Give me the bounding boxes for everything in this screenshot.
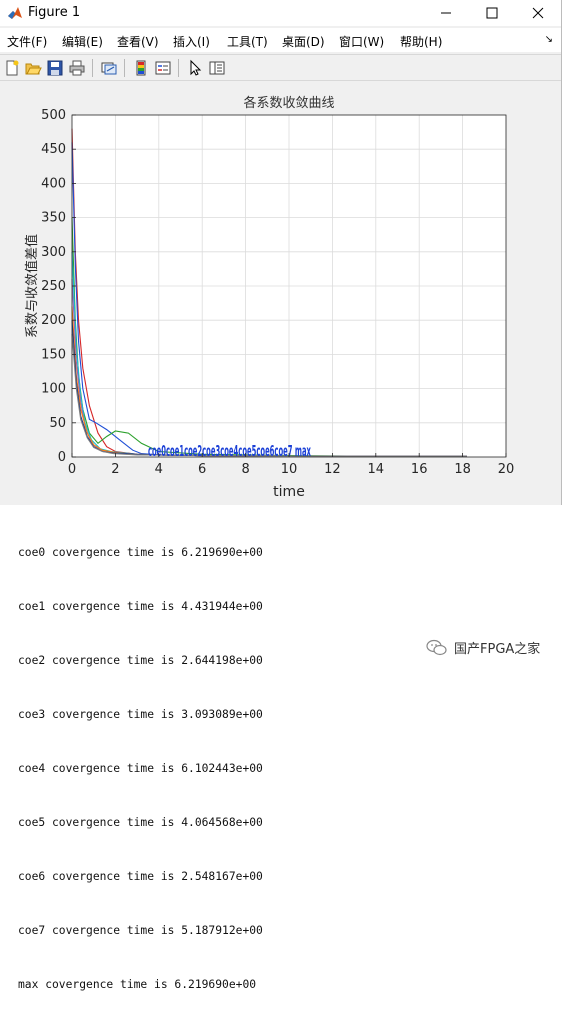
matlab-logo-icon (8, 7, 22, 19)
toolbar-separator (178, 59, 179, 77)
console-line: coe7 covergence time is 5.187912e+00 (18, 924, 263, 937)
y-tick-label: 450 (41, 142, 66, 157)
close-button[interactable] (515, 0, 561, 26)
y-tick-label: 100 (41, 382, 66, 397)
minimize-icon (441, 12, 451, 14)
dock-arrow-icon[interactable]: ↘ (545, 34, 553, 45)
y-tick-label: 250 (41, 279, 66, 294)
console-line: coe6 covergence time is 2.548167e+00 (18, 870, 263, 883)
y-tick-label: 200 (41, 313, 66, 328)
x-tick-label: 8 (241, 462, 249, 477)
window-title: Figure 1 (28, 5, 81, 20)
print-icon[interactable] (68, 59, 86, 77)
x-axis-label: time (273, 484, 305, 500)
console-line: coe5 covergence time is 4.064568e+00 (18, 816, 263, 829)
menu-window[interactable]: 窗口(W) (339, 33, 384, 50)
x-tick-label: 6 (198, 462, 206, 477)
property-editor-icon[interactable] (208, 59, 226, 77)
y-tick-label: 0 (58, 450, 66, 465)
x-tick-label: 20 (498, 462, 515, 477)
save-icon[interactable] (46, 59, 64, 77)
colorbar-icon[interactable] (132, 59, 150, 77)
x-tick-label: 2 (111, 462, 119, 477)
y-tick-label: 350 (41, 211, 66, 226)
watermark-text: 国产FPGA之家 (454, 642, 541, 657)
y-tick-label: 50 (49, 416, 66, 431)
legend-icon[interactable] (154, 59, 172, 77)
pointer-icon[interactable] (186, 59, 204, 77)
y-tick-label: 300 (41, 245, 66, 260)
y-axis-label: 系数与收敛值差值 (24, 234, 40, 338)
figure-window: Figure 1 文件(F) 编辑(E) 查看(V) 插入(I) 工具(T) 桌… (0, 0, 562, 505)
x-tick-label: 18 (454, 462, 471, 477)
console-line: coe0 covergence time is 6.219690e+00 (18, 546, 263, 559)
open-folder-icon[interactable] (24, 59, 42, 77)
menu-file[interactable]: 文件(F) (7, 33, 47, 50)
menu-tools[interactable]: 工具(T) (227, 33, 268, 50)
menu-desktop[interactable]: 桌面(D) (282, 33, 325, 50)
menu-edit[interactable]: 编辑(E) (62, 33, 103, 50)
menu-insert[interactable]: 插入(I) (173, 33, 210, 50)
console-line: coe1 covergence time is 4.431944e+00 (18, 600, 263, 613)
command-output: coe0 covergence time is 6.219690e+00 coe… (18, 508, 558, 1012)
x-tick-label: 14 (368, 462, 385, 477)
toolbar (0, 54, 561, 81)
menu-bar: 文件(F) 编辑(E) 查看(V) 插入(I) 工具(T) 桌面(D) 窗口(W… (0, 28, 561, 52)
x-tick-label: 10 (281, 462, 298, 477)
y-tick-label: 400 (41, 176, 66, 191)
console-line: coe3 covergence time is 3.093089e+00 (18, 708, 263, 721)
x-tick-label: 12 (324, 462, 341, 477)
minimize-button[interactable] (423, 0, 469, 26)
toolbar-separator (92, 59, 93, 77)
toolbar-separator (124, 59, 125, 77)
x-tick-label: 4 (155, 462, 163, 477)
title-bar: Figure 1 (0, 0, 561, 26)
watermark: 国产FPGA之家 (426, 638, 540, 657)
menu-help[interactable]: 帮助(H) (400, 33, 442, 50)
x-tick-label: 0 (68, 462, 76, 477)
new-figure-icon[interactable] (3, 59, 21, 77)
x-tick-label: 16 (411, 462, 428, 477)
menu-view[interactable]: 查看(V) (117, 33, 159, 50)
console-line: max covergence time is 6.219690e+00 (18, 978, 257, 991)
close-icon (532, 7, 544, 19)
console-line: coe4 covergence time is 6.102443e+00 (18, 762, 263, 775)
y-ticks: 0 50 100 150 200 250 300 350 400 450 500 (41, 108, 76, 465)
maximize-button[interactable] (469, 0, 515, 26)
y-tick-label: 150 (41, 347, 66, 362)
chart-title: 各系数收敛曲线 (243, 95, 334, 111)
y-tick-label: 500 (41, 108, 66, 123)
wechat-icon (426, 639, 447, 655)
link-plot-icon[interactable] (100, 59, 118, 77)
convergence-chart: 各系数收敛曲线 coe0coe1coe2coe3coe4coe5coe6coe7… (24, 95, 515, 500)
figure-canvas: 各系数收敛曲线 coe0coe1coe2coe3coe4coe5coe6coe7… (0, 82, 561, 505)
maximize-icon (486, 7, 498, 19)
